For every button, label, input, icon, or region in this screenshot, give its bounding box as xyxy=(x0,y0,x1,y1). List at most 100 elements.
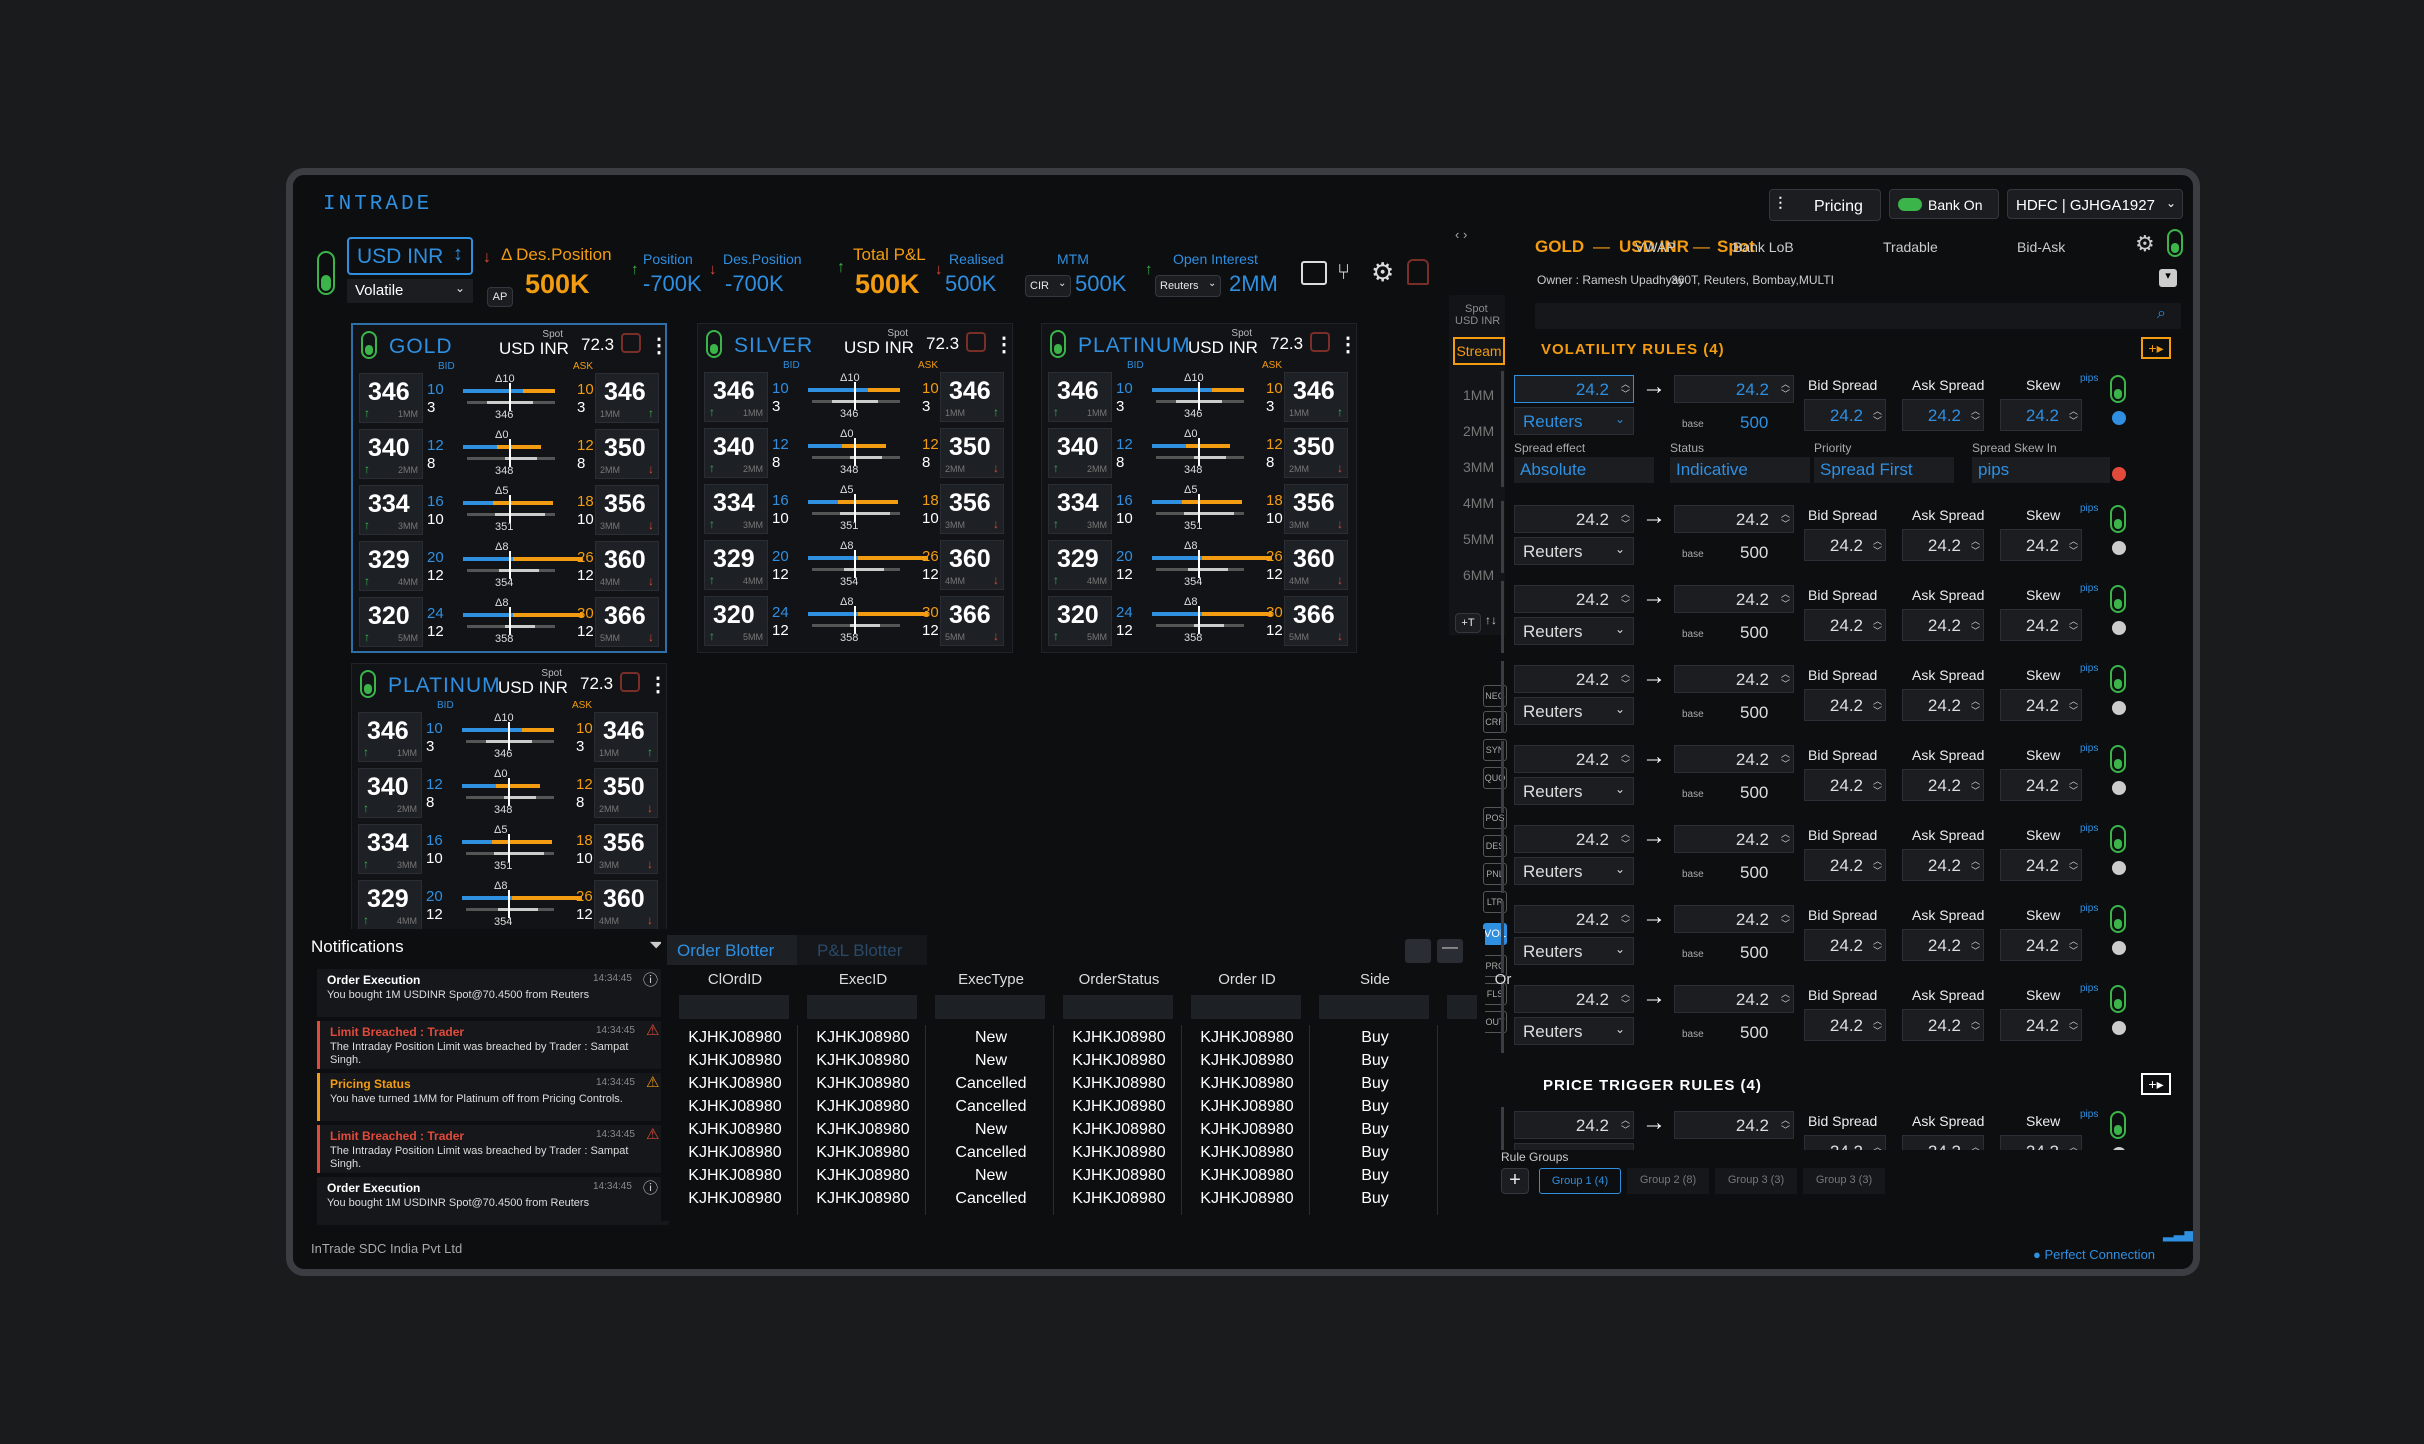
pair-panel[interactable]: PLATINUM Spot USD INR 72.3 ⋮ BID ASK 346 1MM ↑ 10 3… xyxy=(1041,323,1358,653)
bid-spread-input[interactable]: 24.2︿﹀ xyxy=(1804,849,1886,881)
source-select[interactable]: Reuters⌄ xyxy=(1514,407,1634,435)
mtm-select[interactable]: CIR ⌄ xyxy=(1025,275,1071,297)
source-select[interactable]: Reuters⌄ xyxy=(1514,857,1634,885)
ask-cell[interactable]: 350 2MM ↓ xyxy=(594,768,658,818)
alarm-icon[interactable] xyxy=(621,333,641,353)
rule-toggle[interactable] xyxy=(2110,505,2126,533)
threshold-input[interactable]: 24.2 ︿ ﹀ xyxy=(1514,505,1634,533)
ask-cell[interactable]: 360 4MM ↓ xyxy=(594,880,658,930)
column-filter-input[interactable] xyxy=(935,995,1045,1019)
ask-cell[interactable]: 346 1MM ↑ xyxy=(1284,372,1348,422)
bank-on-toggle[interactable]: Bank On xyxy=(1889,189,1999,219)
base-value[interactable]: 500 xyxy=(1740,413,1768,433)
stepper-icon[interactable]: ︿﹀ xyxy=(1781,829,1790,849)
target-input[interactable]: 24.2 ︿ ﹀ xyxy=(1674,375,1794,403)
info-icon[interactable] xyxy=(2112,411,2126,425)
skew-input[interactable]: 24.2︿﹀ xyxy=(2000,529,2082,561)
bid-cell[interactable]: 334 3MM ↑ xyxy=(704,484,768,534)
table-cell[interactable]: KJHKJ08980 xyxy=(1057,1098,1181,1116)
table-cell[interactable]: KJHKJ08980 xyxy=(801,1029,925,1047)
bid-cell[interactable]: 340 2MM ↑ xyxy=(358,768,422,818)
skew-input[interactable]: 24.2︿﹀ xyxy=(2000,399,2082,431)
bid-spread-input[interactable]: 24.2︿﹀ xyxy=(1804,1009,1886,1041)
gear-icon[interactable]: ⚙ xyxy=(1371,257,1394,288)
rule-group-tab[interactable]: Group 3 (3) xyxy=(1803,1168,1885,1194)
column-header[interactable]: Side xyxy=(1313,971,1437,988)
source-select[interactable]: Reuters⌄ xyxy=(1514,537,1634,565)
table-cell[interactable]: KJHKJ08980 xyxy=(801,1098,925,1116)
stepper-icon[interactable]: ︿﹀ xyxy=(1873,1016,1882,1036)
priority-select[interactable]: Spread First xyxy=(1814,457,1954,483)
ask-cell[interactable]: 346 1MM ↑ xyxy=(595,373,659,423)
stepper-icon[interactable]: ︿﹀ xyxy=(1873,936,1882,956)
table-cell[interactable]: New xyxy=(929,1167,1053,1185)
stepper-icon[interactable]: ︿﹀ xyxy=(1971,856,1980,876)
add-rule-icon[interactable]: +▸ xyxy=(2141,1073,2171,1095)
rule-toggle[interactable] xyxy=(2110,665,2126,693)
ap-button[interactable]: AP xyxy=(487,287,513,307)
stepper-icon[interactable]: ︿﹀ xyxy=(2069,936,2078,956)
table-cell[interactable]: Buy xyxy=(1313,1144,1437,1162)
notification-item[interactable]: Order Execution 14:34:45 ⓘ You bought 1M US… xyxy=(317,969,669,1017)
ask-cell[interactable]: 360 4MM ↓ xyxy=(940,540,1004,590)
target-input[interactable]: 24.2 ︿ ﹀ xyxy=(1674,1111,1794,1139)
table-cell[interactable]: Buy xyxy=(1313,1190,1437,1208)
stepper-icon[interactable]: ︿﹀ xyxy=(1781,749,1790,769)
table-cell[interactable]: KJHKJ08980 xyxy=(673,1190,797,1208)
rule-toggle[interactable] xyxy=(2110,905,2126,933)
skew-input[interactable]: 24.2︿﹀ xyxy=(2000,689,2082,721)
target-input[interactable]: 24.2 ︿ ﹀ xyxy=(1674,585,1794,613)
bid-spread-input[interactable]: 24.2︿﹀ xyxy=(1804,689,1886,721)
base-value[interactable]: 500 xyxy=(1740,703,1768,723)
rules-toggle[interactable] xyxy=(2167,229,2183,257)
base-value[interactable]: 500 xyxy=(1740,943,1768,963)
table-cell[interactable]: KJHKJ08980 xyxy=(673,1121,797,1139)
table-cell[interactable]: KJHKJ08980 xyxy=(1057,1052,1181,1070)
tenor-item[interactable]: 5MM xyxy=(1463,531,1494,547)
target-input[interactable]: 24.2 ︿ ﹀ xyxy=(1674,985,1794,1013)
ask-cell[interactable]: 356 3MM ↓ xyxy=(595,485,659,535)
column-filter-input[interactable] xyxy=(1063,995,1173,1019)
column-header[interactable]: ClOrdID xyxy=(673,971,797,988)
table-cell[interactable]: Cancelled xyxy=(929,1144,1053,1162)
table-cell[interactable]: KJHKJ08980 xyxy=(801,1190,925,1208)
rule-group-tab[interactable]: Group 2 (8) xyxy=(1627,1168,1709,1194)
table-cell[interactable]: KJHKJ08980 xyxy=(1057,1075,1181,1093)
table-cell[interactable]: KJHKJ08980 xyxy=(1185,1029,1309,1047)
column-header[interactable]: ExecID xyxy=(801,971,925,988)
rule-toggle[interactable] xyxy=(2110,1111,2126,1139)
more-icon[interactable]: ⋮ xyxy=(649,333,669,358)
skew-input[interactable]: 24.2︿﹀ xyxy=(2000,609,2082,641)
panel-toggle[interactable] xyxy=(361,331,377,359)
tenor-item[interactable]: 3MM xyxy=(1463,459,1494,475)
tenor-item[interactable]: 1MM xyxy=(1463,387,1494,403)
threshold-input[interactable]: 24.2 ︿ ﹀ xyxy=(1514,375,1634,403)
stepper-icon[interactable]: ︿﹀ xyxy=(1971,616,1980,636)
table-cell[interactable]: Cancelled xyxy=(929,1075,1053,1093)
bid-cell[interactable]: 334 3MM ↑ xyxy=(359,485,423,535)
base-value[interactable]: 500 xyxy=(1740,783,1768,803)
base-value[interactable]: 500 xyxy=(1740,623,1768,643)
stepper-icon[interactable]: ︿﹀ xyxy=(2069,856,2078,876)
ask-cell[interactable]: 360 4MM ↓ xyxy=(1284,540,1348,590)
stepper-icon[interactable]: ︿﹀ xyxy=(1621,989,1630,1009)
table-cell[interactable]: KJHKJ08980 xyxy=(673,1075,797,1093)
threshold-input[interactable]: 24.2 ︿ ﹀ xyxy=(1514,985,1634,1013)
table-cell[interactable]: KJHKJ08980 xyxy=(801,1144,925,1162)
table-cell[interactable]: KJHKJ08980 xyxy=(1057,1029,1181,1047)
ask-cell[interactable]: 350 2MM ↓ xyxy=(595,429,659,479)
table-cell[interactable]: KJHKJ08980 xyxy=(801,1075,925,1093)
tab-bid-ask[interactable]: Bid-Ask xyxy=(2017,239,2065,255)
stepper-icon[interactable]: ︿﹀ xyxy=(1873,536,1882,556)
rules-search-input[interactable]: ⌕ xyxy=(1535,303,2181,329)
table-cell[interactable]: Buy xyxy=(1313,1029,1437,1047)
table-cell[interactable]: KJHKJ08980 xyxy=(1057,1144,1181,1162)
ask-cell[interactable]: 346 1MM ↑ xyxy=(940,372,1004,422)
table-cell[interactable]: KJHKJ08980 xyxy=(673,1052,797,1070)
status-select[interactable]: Indicative xyxy=(1670,457,1810,483)
notification-item[interactable]: Order Execution 14:34:45 ⓘ You bought 1M US… xyxy=(317,1177,669,1225)
rule-group-tab[interactable]: Group 3 (3) xyxy=(1715,1168,1797,1194)
minimize-icon[interactable]: — xyxy=(1437,939,1463,963)
info-icon[interactable] xyxy=(2112,861,2126,875)
table-cell[interactable]: Buy xyxy=(1313,1121,1437,1139)
